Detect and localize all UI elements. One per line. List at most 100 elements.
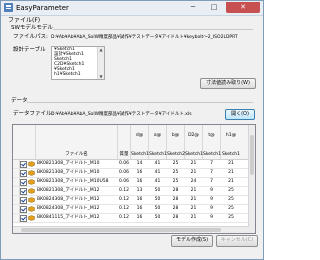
list-scrollbar[interactable]: ▲ ▼ — [97, 47, 104, 79]
row-checkbox[interactable] — [20, 206, 27, 213]
filename-cell[interactable]: BK0821308_アイドルト_M10 — [37, 160, 117, 168]
row-checkbox[interactable] — [20, 215, 27, 222]
cancel-button[interactable]: キャンセル(C) — [216, 235, 258, 247]
filename-cell[interactable]: BK0821308_アイドルト_M10U58 — [37, 178, 117, 186]
d-cell[interactable]: 16 — [131, 214, 148, 222]
d2-cell[interactable]: 24 — [185, 178, 202, 186]
d-cell[interactable]: 13 — [131, 187, 148, 195]
b-cell[interactable]: 25 — [167, 160, 184, 168]
row-header[interactable] — [13, 160, 20, 168]
row-checkbox[interactable] — [20, 197, 27, 204]
header-h1[interactable]: h1@ Sketch1 — [221, 125, 241, 159]
a-cell[interactable]: 50 — [149, 187, 166, 195]
grid-vertical-scrollbar[interactable] — [248, 125, 255, 233]
d-cell[interactable]: 14 — [131, 160, 148, 168]
d-cell[interactable]: 16 — [131, 205, 148, 213]
create-model-button[interactable]: モデル作成(S) — [171, 235, 213, 247]
minimize-button[interactable]: ─ — [183, 2, 203, 13]
mass-cell[interactable]: 0.06 — [118, 169, 130, 177]
mass-cell[interactable]: 0.12 — [118, 205, 130, 213]
row-header[interactable] — [13, 205, 20, 213]
mass-cell[interactable]: 0.06 — [118, 178, 130, 186]
table-row[interactable]: BK0824308_アイドルト_M12 0.12 16 50 28 21 9 25 — [13, 205, 249, 214]
filename-cell[interactable]: BK0821308_アイドルト_M12 — [37, 187, 117, 195]
scroll-down-icon[interactable]: ▼ — [98, 74, 104, 79]
header-mass[interactable]: 質量 — [118, 125, 131, 159]
grid-horizontal-thumb[interactable] — [21, 228, 221, 232]
a-cell[interactable]: 41 — [149, 160, 166, 168]
h1-cell[interactable]: 21 — [221, 160, 241, 168]
b-cell[interactable]: 25 — [167, 169, 184, 177]
grid-horizontal-scrollbar[interactable] — [13, 226, 249, 233]
row-checkbox[interactable] — [20, 170, 27, 177]
d-cell[interactable]: 16 — [131, 169, 148, 177]
filename-cell[interactable]: BK0824308_アイドルト_M12 — [37, 196, 117, 204]
table-row[interactable]: BK0841115_アイドルト_M12 0.12 16 50 28 21 9 25 — [13, 214, 249, 223]
a-cell[interactable]: 41 — [149, 178, 166, 186]
table-row[interactable]: BK0821308_アイドルト_M12 0.12 13 50 28 21 9 25 — [13, 187, 249, 196]
row-checkbox[interactable] — [20, 188, 27, 195]
b-cell[interactable]: 28 — [167, 196, 184, 204]
b-cell[interactable]: 28 — [167, 205, 184, 213]
t-cell[interactable]: 7 — [203, 160, 220, 168]
design-table-list[interactable]: ¥Sketch1 設計¥Sketch1 Sketch1 C2D¥Sketch1 … — [51, 46, 105, 80]
table-row[interactable]: BK0824308_アイドルト_M12 0.12 16 50 28 21 9 25 — [13, 196, 249, 205]
maximize-button[interactable]: □ — [204, 2, 224, 13]
mass-cell[interactable]: 0.06 — [118, 160, 130, 168]
a-cell[interactable]: 50 — [149, 214, 166, 222]
filename-cell[interactable]: BK0821308_アイドルト_M10 — [37, 169, 117, 177]
header-t[interactable]: t@ Sketch1 — [203, 125, 221, 159]
d2-cell[interactable]: 21 — [185, 169, 202, 177]
d2-cell[interactable]: 21 — [185, 214, 202, 222]
h1-cell[interactable]: 25 — [221, 187, 241, 195]
header-d[interactable]: d@ Sketch1 — [131, 125, 149, 159]
d-cell[interactable]: 16 — [131, 196, 148, 204]
row-header[interactable] — [13, 196, 20, 204]
a-cell[interactable]: 50 — [149, 205, 166, 213]
t-cell[interactable]: 7 — [203, 178, 220, 186]
row-header[interactable] — [13, 214, 20, 222]
mass-cell[interactable]: 0.12 — [118, 187, 130, 195]
d2-cell[interactable]: 21 — [185, 160, 202, 168]
table-row[interactable]: BK0821308_アイドルト_M10 0.06 14 41 25 21 7 21 — [13, 160, 249, 169]
header-a[interactable]: a@ Sketch1 — [149, 125, 167, 159]
t-cell[interactable]: 7 — [203, 169, 220, 177]
row-header[interactable] — [13, 187, 20, 195]
grid-vertical-thumb[interactable] — [250, 135, 254, 175]
data-grid[interactable]: ファイル名 質量 d@ Sketch1 a@ Sketch1 b@ Sketch2 D… — [12, 124, 256, 234]
a-cell[interactable]: 50 — [149, 196, 166, 204]
table-row[interactable]: BK0821308_アイドルト_M10U58 0.06 16 41 25 24 7 21 — [13, 178, 249, 187]
load-dimensions-button[interactable]: 寸法値読み取り(W) — [200, 78, 256, 89]
d2-cell[interactable]: 21 — [185, 196, 202, 204]
t-cell[interactable]: 9 — [203, 196, 220, 204]
h1-cell[interactable]: 21 — [221, 169, 241, 177]
row-checkbox[interactable] — [20, 161, 27, 168]
d-cell[interactable]: 16 — [131, 178, 148, 186]
table-row[interactable]: BK0821308_アイドルト_M10 0.06 16 41 25 21 7 21 — [13, 169, 249, 178]
t-cell[interactable]: 9 — [203, 187, 220, 195]
t-cell[interactable]: 9 — [203, 205, 220, 213]
t-cell[interactable]: 9 — [203, 214, 220, 222]
d2-cell[interactable]: 21 — [185, 187, 202, 195]
header-filename[interactable]: ファイル名 — [36, 125, 118, 159]
filename-cell[interactable]: BK0841115_アイドルト_M12 — [37, 214, 117, 222]
mass-cell[interactable]: 0.12 — [118, 214, 130, 222]
h1-cell[interactable]: 25 — [221, 196, 241, 204]
open-button[interactable]: 開く(O) — [225, 109, 255, 120]
b-cell[interactable]: 28 — [167, 187, 184, 195]
a-cell[interactable]: 41 — [149, 169, 166, 177]
mass-cell[interactable]: 0.12 — [118, 196, 130, 204]
b-cell[interactable]: 28 — [167, 214, 184, 222]
row-header[interactable] — [13, 178, 20, 186]
d2-cell[interactable]: 21 — [185, 205, 202, 213]
row-header[interactable] — [13, 169, 20, 177]
scroll-up-icon[interactable]: ▲ — [98, 47, 104, 52]
close-button[interactable]: ✕ — [226, 2, 260, 13]
b-cell[interactable]: 25 — [167, 178, 184, 186]
header-d2[interactable]: D2@ Sketch1 — [185, 125, 203, 159]
h1-cell[interactable]: 25 — [221, 214, 241, 222]
h1-cell[interactable]: 21 — [221, 178, 241, 186]
row-checkbox[interactable] — [20, 179, 27, 186]
header-b[interactable]: b@ Sketch2 — [167, 125, 185, 159]
filename-cell[interactable]: BK0824308_アイドルト_M12 — [37, 205, 117, 213]
